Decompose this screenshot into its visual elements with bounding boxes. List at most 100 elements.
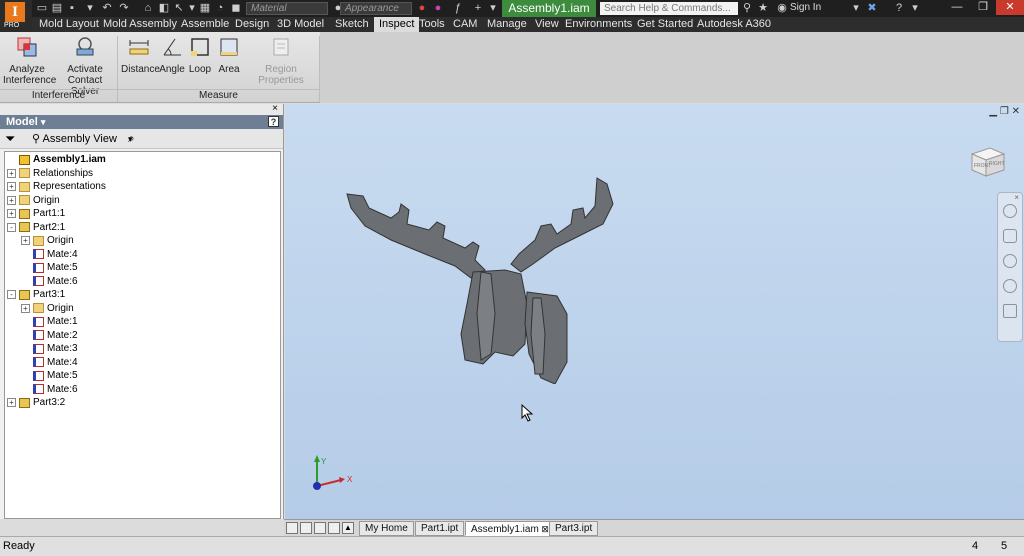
doc-tab[interactable]: Part1.ipt xyxy=(415,521,465,536)
tree-node-part[interactable]: - Part2:1 xyxy=(7,221,65,234)
help-icon[interactable]: ? xyxy=(893,2,905,14)
parameters-fx-icon[interactable]: ƒ xyxy=(452,2,464,14)
tab-cam[interactable]: CAM xyxy=(448,17,482,32)
tree-node-folder[interactable]: + Origin xyxy=(21,302,74,315)
undo-icon[interactable]: ↶ xyxy=(101,2,113,14)
user-icon[interactable]: ◉ xyxy=(776,2,788,14)
close-view-icon[interactable]: ✕ xyxy=(1012,106,1020,117)
minimize-button[interactable]: — xyxy=(944,0,970,15)
cascade-icon[interactable] xyxy=(314,522,326,534)
model-browser-header[interactable]: Model ▾ ? xyxy=(0,115,283,129)
tab-tools[interactable]: Tools xyxy=(414,17,450,32)
expand-icon[interactable]: + xyxy=(7,398,16,407)
home-icon[interactable]: ⌂ xyxy=(142,2,154,14)
close-button[interactable]: ✕ xyxy=(996,0,1024,15)
tile-vertical-icon[interactable] xyxy=(328,522,340,534)
arrange-icon[interactable] xyxy=(300,522,312,534)
tree-node-mate[interactable]: Mate:6 xyxy=(21,275,78,288)
tree-node-folder[interactable]: + Origin xyxy=(7,194,60,207)
dropdown-arrow-icon[interactable]: ▾ xyxy=(84,2,96,14)
doc-tab[interactable]: Part3.ipt xyxy=(549,521,599,536)
tree-node-mate[interactable]: Mate:3 xyxy=(21,342,78,355)
tab-mold-layout[interactable]: Mold Layout xyxy=(34,17,104,32)
new-file-icon[interactable]: ▭ xyxy=(36,2,48,14)
restore-view-icon[interactable]: ❐ xyxy=(1000,106,1009,117)
print-icon[interactable]: ▦ xyxy=(199,2,211,14)
favorites-star-icon[interactable]: ★ xyxy=(757,2,769,14)
application-menu-button[interactable]: I PRO xyxy=(0,0,32,32)
help-dropdown-icon[interactable]: ▾ xyxy=(909,2,921,14)
graphics-viewport[interactable]: ▁ ❐ ✕ FRONT RIGHT × Y X xyxy=(285,104,1024,519)
open-folder-icon[interactable]: ▤ xyxy=(51,2,63,14)
orbit-icon[interactable] xyxy=(1003,279,1017,293)
expand-icon[interactable]: + xyxy=(7,182,16,191)
tree-node-folder[interactable]: + Origin xyxy=(21,234,74,247)
zoom-icon[interactable]: ◔ xyxy=(214,2,226,14)
restore-button[interactable]: ❐ xyxy=(970,0,996,15)
minimize-view-icon[interactable]: ▁ xyxy=(989,106,997,117)
adjust-appearance-icon[interactable]: ● xyxy=(432,2,444,14)
redo-icon[interactable]: ↷ xyxy=(118,2,130,14)
doc-tab[interactable]: My Home xyxy=(359,521,414,536)
loop-button[interactable]: Loop xyxy=(187,36,213,75)
tree-node-part[interactable]: - Part3:1 xyxy=(7,288,65,301)
tree-node-mate[interactable]: Mate:4 xyxy=(21,248,78,261)
tab-get-started[interactable]: Get Started xyxy=(632,17,698,32)
close-tab-icon[interactable]: ⊠ xyxy=(539,524,549,534)
tree-node-folder[interactable]: + Relationships xyxy=(7,167,93,180)
region-properties-button[interactable]: Region Properties xyxy=(244,36,318,86)
clear-appearance-icon[interactable]: ● xyxy=(416,2,428,14)
tree-node-mate[interactable]: Mate:6 xyxy=(21,383,78,396)
tab-design[interactable]: Design xyxy=(230,17,274,32)
tab-list-up-icon[interactable]: ▲ xyxy=(342,522,354,534)
tree-node-mate[interactable]: Mate:5 xyxy=(21,261,78,274)
expand-icon[interactable]: + xyxy=(21,236,30,245)
update-icon[interactable]: ◧ xyxy=(158,2,170,14)
activate-contact-solver-button[interactable]: Activate Contact Solver xyxy=(54,36,116,97)
expand-icon[interactable]: + xyxy=(7,209,16,218)
angle-button[interactable]: Angle xyxy=(158,36,186,75)
close-icon[interactable]: × xyxy=(998,193,1022,202)
appearance-combo[interactable]: Appearance xyxy=(340,2,412,15)
dropdown-arrow-icon[interactable]: ▾ xyxy=(186,2,198,14)
material-icon[interactable]: ◼ xyxy=(230,2,242,14)
viewcube[interactable]: FRONT RIGHT xyxy=(968,142,1008,180)
select-icon[interactable]: ↖ xyxy=(173,2,185,14)
tree-node-folder[interactable]: + Representations xyxy=(7,180,106,193)
help-icon[interactable]: ? xyxy=(268,116,279,127)
customize-arrow-icon[interactable]: ▾ xyxy=(487,2,499,14)
pan-hand-icon[interactable] xyxy=(1003,229,1017,243)
save-icon[interactable]: ▪ xyxy=(66,2,78,14)
exchange-apps-icon[interactable]: ✖ xyxy=(866,2,878,14)
expand-icon[interactable]: + xyxy=(7,195,16,205)
tab-inspect[interactable]: Inspect xyxy=(374,17,420,32)
browser-close-icon[interactable]: × xyxy=(272,103,278,114)
collapse-icon[interactable]: - xyxy=(7,222,16,232)
distance-button[interactable]: Distance xyxy=(121,36,160,75)
tab-manage[interactable]: Manage xyxy=(482,17,532,32)
tree-node-part[interactable]: + Part1:1 xyxy=(7,207,65,220)
area-button[interactable]: Area xyxy=(215,36,243,75)
collapse-icon[interactable]: - xyxy=(7,290,16,299)
tree-node-asm[interactable]: Assembly1.iam xyxy=(7,153,106,166)
measure-plus-icon[interactable]: + xyxy=(472,2,484,14)
doc-tab[interactable]: Assembly1.iam ⊠ xyxy=(465,521,555,536)
sign-in-link[interactable]: Sign In xyxy=(790,2,821,13)
material-combo[interactable]: Material xyxy=(246,2,328,15)
expand-icon[interactable]: + xyxy=(7,168,16,178)
tab-assemble[interactable]: Assemble xyxy=(176,17,234,32)
dropdown-arrow-icon[interactable]: ▾ xyxy=(850,2,862,14)
tree-node-mate[interactable]: Mate:4 xyxy=(21,356,78,369)
tab-mold-assembly[interactable]: Mold Assembly xyxy=(98,17,182,32)
search-magnifier-icon[interactable]: ⚲ xyxy=(741,2,753,14)
tree-node-mate[interactable]: Mate:5 xyxy=(21,369,78,382)
tab-autodesk-a360[interactable]: Autodesk A360 xyxy=(692,17,776,32)
filter-icon[interactable]: ⏷ xyxy=(5,131,15,147)
zoom-icon[interactable] xyxy=(1003,254,1017,268)
tab-sketch[interactable]: Sketch xyxy=(330,17,374,32)
tab-view[interactable]: View xyxy=(530,17,564,32)
binoculars-find-icon[interactable]: ⌕ xyxy=(128,131,135,146)
tree-node-mate[interactable]: Mate:2 xyxy=(21,329,78,342)
assembly-view-dropdown[interactable]: ⚲ Assembly View ▾ xyxy=(32,132,133,145)
expand-icon[interactable]: + xyxy=(21,303,30,313)
